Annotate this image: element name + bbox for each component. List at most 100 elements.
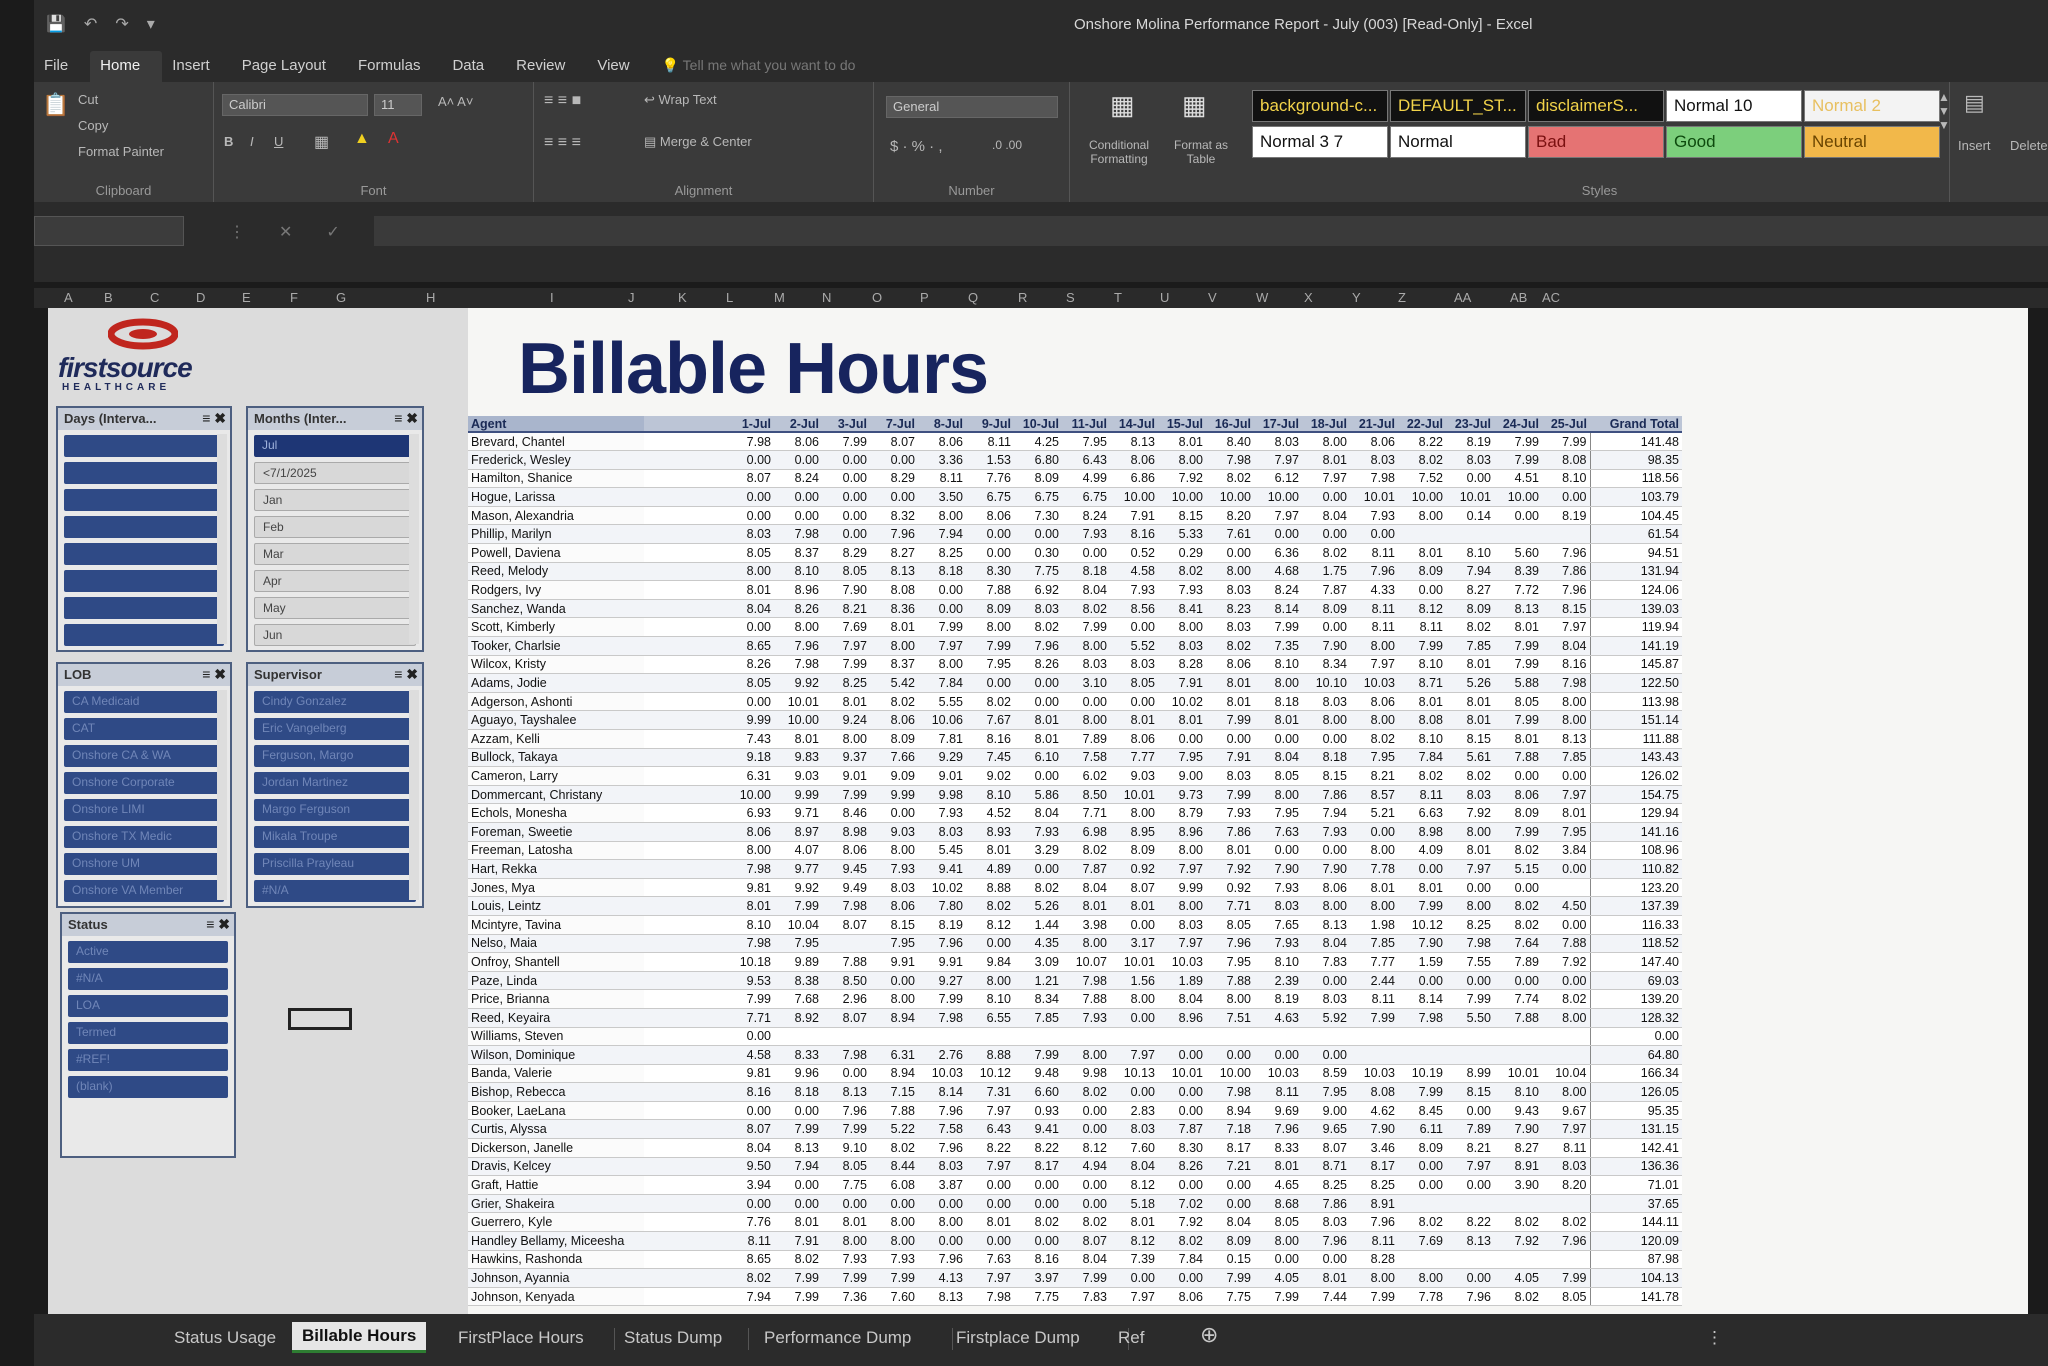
- column-header-p[interactable]: P: [920, 290, 929, 305]
- hours-cell[interactable]: 6.75: [966, 487, 1014, 507]
- table-row[interactable]: Rodgers, Ivy 8.01 8.96 7.90 8.08 0.00 7.88 6.92…: [468, 580, 1682, 600]
- hours-cell[interactable]: 8.02: [1206, 469, 1254, 489]
- hours-cell[interactable]: 7.83: [1302, 952, 1350, 972]
- hours-cell[interactable]: 8.94: [1206, 1101, 1254, 1121]
- slicer-item[interactable]: <7/1/2025: [254, 462, 416, 484]
- hours-cell[interactable]: 7.44: [1302, 1287, 1350, 1307]
- hours-cell[interactable]: 0.00: [1062, 1101, 1110, 1121]
- hours-cell[interactable]: 7.91: [1110, 506, 1158, 526]
- hours-cell[interactable]: 0.00: [1302, 1045, 1350, 1065]
- hours-cell[interactable]: 8.07: [822, 915, 870, 935]
- hours-cell[interactable]: 7.91: [1158, 673, 1206, 693]
- hours-cell[interactable]: 9.77: [774, 859, 822, 879]
- hours-cell[interactable]: 8.09: [870, 729, 918, 749]
- hours-cell[interactable]: 9.96: [774, 1064, 822, 1084]
- hours-cell[interactable]: 8.01: [966, 841, 1014, 861]
- slicer-scrollbar[interactable]: [217, 434, 227, 644]
- hours-cell[interactable]: 0.00: [918, 1194, 966, 1214]
- hours-cell[interactable]: 8.05: [1542, 1287, 1590, 1307]
- hours-cell[interactable]: 8.02: [1350, 729, 1398, 749]
- hours-cell[interactable]: 8.65: [644, 636, 774, 656]
- hours-cell[interactable]: 8.06: [1350, 432, 1398, 452]
- hours-cell[interactable]: [1302, 1027, 1350, 1047]
- hours-cell[interactable]: 8.05: [644, 673, 774, 693]
- agent-name-cell[interactable]: Dravis, Kelcey: [468, 1157, 644, 1177]
- hours-cell[interactable]: 10.01: [1110, 785, 1158, 805]
- hours-cell[interactable]: 7.93: [1302, 822, 1350, 842]
- hours-cell[interactable]: 8.00: [918, 506, 966, 526]
- hours-cell[interactable]: 7.99: [1254, 617, 1302, 638]
- hours-cell[interactable]: [774, 1027, 822, 1047]
- grand-total-cell[interactable]: 118.52: [1589, 934, 1682, 954]
- hours-cell[interactable]: 7.96: [1542, 580, 1590, 600]
- hours-cell[interactable]: 0.00: [1014, 1175, 1062, 1195]
- hours-cell[interactable]: 8.02: [1398, 766, 1446, 786]
- agent-name-cell[interactable]: Guerrero, Kyle: [468, 1212, 644, 1233]
- hours-cell[interactable]: 0.00: [1062, 1119, 1110, 1140]
- hours-cell[interactable]: 6.75: [1014, 487, 1062, 507]
- hours-cell[interactable]: 8.22: [1398, 432, 1446, 452]
- cell-style-8[interactable]: Good: [1666, 126, 1802, 158]
- hours-cell[interactable]: 3.36: [918, 450, 966, 470]
- hours-cell[interactable]: 7.55: [1446, 952, 1494, 972]
- hours-cell[interactable]: 3.50: [918, 487, 966, 507]
- hours-cell[interactable]: 8.00: [1542, 710, 1590, 730]
- hours-cell[interactable]: 8.00: [1254, 1231, 1302, 1251]
- hours-cell[interactable]: 7.95: [1350, 748, 1398, 768]
- hours-cell[interactable]: 7.96: [1542, 543, 1590, 563]
- hours-cell[interactable]: 7.99: [1206, 1268, 1254, 1288]
- slicer-item[interactable]: [64, 543, 224, 565]
- hours-cell[interactable]: 0.92: [1206, 878, 1254, 898]
- hours-cell[interactable]: 7.66: [870, 748, 918, 768]
- agent-name-cell[interactable]: Mcintyre, Tavina: [468, 915, 644, 935]
- hours-cell[interactable]: 8.22: [1014, 1138, 1062, 1158]
- hours-cell[interactable]: 8.04: [1062, 1250, 1110, 1270]
- table-row[interactable]: Nelso, Maia 7.98 7.95 7.95 7.96 0.00 4.35 8.00 3…: [468, 934, 1682, 954]
- slicer-item[interactable]: Jan: [254, 489, 416, 511]
- hours-cell[interactable]: 7.97: [1542, 1119, 1590, 1140]
- hours-cell[interactable]: 8.02: [1014, 878, 1062, 898]
- hours-cell[interactable]: 8.07: [822, 1008, 870, 1028]
- hours-cell[interactable]: 2.96: [822, 989, 870, 1009]
- hours-cell[interactable]: 8.03: [1158, 636, 1206, 656]
- table-row[interactable]: Handley Bellamy, Miceesha 8.11 7.91 8.00 8.0…: [468, 1231, 1682, 1251]
- hours-cell[interactable]: 9.81: [644, 878, 774, 898]
- hours-cell[interactable]: 8.26: [644, 655, 774, 675]
- agent-name-cell[interactable]: Sanchez, Wanda: [468, 599, 644, 619]
- hours-cell[interactable]: 8.24: [774, 469, 822, 489]
- hours-cell[interactable]: 0.00: [1542, 487, 1590, 507]
- hours-cell[interactable]: 9.10: [822, 1138, 870, 1158]
- hours-cell[interactable]: 7.39: [1110, 1250, 1158, 1270]
- hours-cell[interactable]: 0.29: [1158, 543, 1206, 563]
- column-header-w[interactable]: W: [1256, 290, 1268, 305]
- table-row[interactable]: Mcintyre, Tavina 8.10 10.04 8.07 8.15 8.19 8.1…: [468, 915, 1682, 935]
- table-row[interactable]: Hawkins, Rashonda 8.65 8.02 7.93 7.93 7.96 7.6…: [468, 1250, 1682, 1270]
- grand-total-cell[interactable]: 87.98: [1589, 1250, 1682, 1270]
- hours-cell[interactable]: 0.00: [1014, 766, 1062, 786]
- hours-cell[interactable]: 8.18: [1254, 692, 1302, 712]
- worksheet[interactable]: firstsource HEALTHCARE Days (Interva... …: [48, 308, 2028, 1314]
- hours-cell[interactable]: 8.00: [1542, 692, 1590, 712]
- hours-cell[interactable]: 7.97: [1254, 506, 1302, 526]
- hours-cell[interactable]: 9.00: [1158, 766, 1206, 786]
- grand-total-cell[interactable]: 145.87: [1589, 655, 1682, 675]
- hours-cell[interactable]: 8.16: [1110, 524, 1158, 545]
- date-header[interactable]: 14-Jul: [1110, 416, 1158, 433]
- hours-cell[interactable]: 0.00: [966, 543, 1014, 563]
- hours-cell[interactable]: 8.03: [1302, 1212, 1350, 1233]
- tab-formulas[interactable]: Formulas: [348, 57, 443, 82]
- hours-cell[interactable]: 7.98: [1206, 450, 1254, 470]
- hours-cell[interactable]: 9.91: [870, 952, 918, 972]
- hours-cell[interactable]: 8.16: [644, 1082, 774, 1102]
- hours-cell[interactable]: 10.04: [774, 915, 822, 935]
- hours-cell[interactable]: [1494, 1194, 1542, 1214]
- hours-cell[interactable]: 0.00: [1110, 915, 1158, 935]
- hours-cell[interactable]: 0.00: [870, 487, 918, 507]
- hours-cell[interactable]: 7.99: [822, 655, 870, 675]
- cell-style-7[interactable]: Bad: [1528, 126, 1664, 158]
- hours-cell[interactable]: 10.18: [644, 952, 774, 972]
- hours-cell[interactable]: 0.00: [1494, 878, 1542, 898]
- hours-cell[interactable]: 4.58: [1110, 562, 1158, 582]
- hours-cell[interactable]: 6.75: [1062, 487, 1110, 507]
- grand-total-cell[interactable]: 136.36: [1589, 1157, 1682, 1177]
